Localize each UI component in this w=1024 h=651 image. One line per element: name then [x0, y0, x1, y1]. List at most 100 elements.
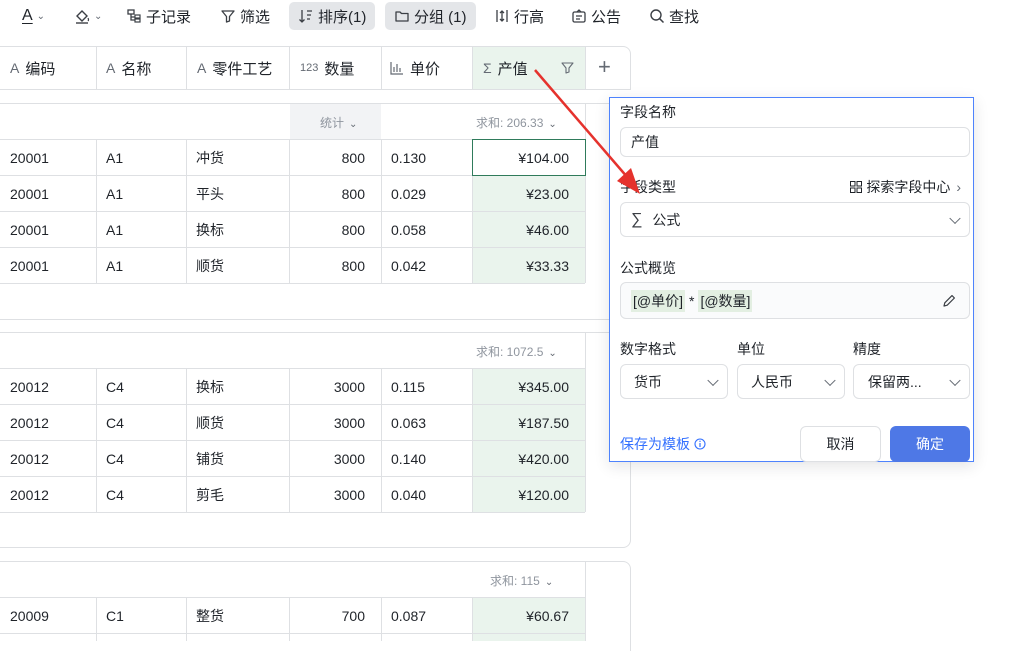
column-header-quantity[interactable]: 123 数量 — [300, 47, 354, 89]
text-type-icon: A — [106, 60, 116, 76]
number-format-select[interactable]: 货币 — [620, 364, 728, 399]
cell-quantity[interactable]: 800 — [290, 248, 381, 283]
cell-name[interactable]: C1 — [106, 598, 124, 633]
cell-output-value[interactable]: ¥187.50 — [473, 405, 585, 440]
cell-output-value[interactable]: ¥23.00 — [473, 176, 585, 211]
cell-name[interactable]: C4 — [106, 477, 124, 512]
search-button[interactable]: 查找 — [649, 2, 699, 30]
field-type-select[interactable]: ∑ 公式 — [620, 202, 970, 237]
cell-price[interactable]: 0.087 — [391, 598, 426, 633]
stats-label[interactable]: 统计 ⌄ — [320, 114, 357, 131]
column-header-label: 单价 — [410, 60, 441, 78]
formula-token-quantity: [@数量] — [698, 289, 753, 312]
cell-process[interactable]: 换标 — [196, 212, 224, 247]
precision-select[interactable]: 保留两... — [853, 364, 970, 399]
announcement-button[interactable]: 公告 — [571, 2, 621, 30]
cell-name[interactable]: A1 — [106, 176, 123, 211]
cell-name[interactable]: A1 — [106, 140, 123, 175]
cell-code[interactable]: 20009 — [10, 598, 49, 633]
column-header-name[interactable]: A 名称 — [106, 47, 151, 89]
cell-output-value[interactable]: ¥46.00 — [473, 212, 585, 247]
cell-process[interactable]: 剪毛 — [196, 477, 224, 512]
save-as-template-link[interactable]: 保存为模板 — [620, 434, 706, 454]
paint-bucket-icon — [76, 10, 90, 24]
cell-process[interactable]: 整货 — [196, 598, 224, 633]
cell-quantity[interactable]: 800 — [290, 176, 381, 211]
column-header-label: 产值 — [497, 60, 528, 78]
sort-button[interactable]: 排序(1) — [289, 2, 376, 30]
cell-quantity[interactable]: 800 — [290, 212, 381, 247]
cell-process[interactable]: 顺货 — [196, 248, 224, 283]
cell-name[interactable]: A1 — [106, 248, 123, 283]
cell-code[interactable]: 20012 — [10, 369, 49, 404]
cell-output-value[interactable]: ¥60.67 — [473, 598, 585, 633]
cell-price[interactable]: 0.115 — [391, 369, 425, 404]
cell-price[interactable]: 0.029 — [391, 176, 426, 211]
edit-pencil-icon[interactable] — [941, 293, 957, 309]
fill-color-button[interactable]: ⌄ — [74, 2, 102, 30]
filter-icon[interactable] — [561, 61, 574, 74]
group-button[interactable]: 分组 (1) — [385, 2, 476, 30]
cell-output-value[interactable]: ¥33.33 — [473, 248, 585, 283]
column-header-price[interactable]: 单价 — [390, 47, 440, 89]
cell-name[interactable]: C4 — [106, 369, 124, 404]
cell-code[interactable]: 20001 — [10, 248, 49, 283]
field-type-label: 字段类型 — [620, 179, 676, 195]
cell-process[interactable]: 平头 — [196, 176, 224, 211]
cell-code[interactable]: 20012 — [10, 477, 49, 512]
cell-code[interactable]: 20001 — [10, 140, 49, 175]
chevron-down-icon — [949, 374, 961, 386]
cell-output-value[interactable]: ¥120.00 — [473, 477, 585, 512]
subrecord-button[interactable]: 子记录 — [126, 2, 191, 30]
column-header-code[interactable]: A 编码 — [10, 47, 55, 89]
toolbar: A ⌄ ⌄ 子记录 筛选 排序(1) 分组 (1) 行高 公告 查找 — [0, 0, 1024, 34]
formula-token-price: [@单价] — [631, 289, 685, 312]
row-height-label: 行高 — [514, 8, 545, 26]
cell-price[interactable]: 0.130 — [391, 140, 426, 175]
cell-quantity[interactable]: 3000 — [290, 405, 381, 440]
cell-price[interactable]: 0.063 — [391, 405, 426, 440]
cell-output-value-selected[interactable]: ¥104.00 — [472, 139, 586, 176]
announcement-icon — [572, 9, 586, 23]
cell-price[interactable]: 0.140 — [391, 441, 426, 476]
unit-select[interactable]: 人民币 — [737, 364, 845, 399]
group-summary[interactable]: 求和: 1072.5 ⌄ — [476, 343, 557, 360]
field-name-input[interactable]: 产值 — [620, 127, 970, 157]
cell-quantity[interactable]: 3000 — [290, 477, 381, 512]
cell-quantity[interactable]: 800 — [290, 140, 381, 175]
explore-field-center-link[interactable]: 探索字段中心 › — [850, 177, 961, 197]
cell-code[interactable]: 20001 — [10, 176, 49, 211]
cell-price[interactable]: 0.042 — [391, 248, 426, 283]
chevron-down-icon — [707, 374, 719, 386]
chevron-down-icon: ⌄ — [36, 10, 46, 22]
cell-quantity[interactable]: 3000 — [290, 441, 381, 476]
cell-output-value[interactable]: ¥345.00 — [473, 369, 585, 404]
cell-price[interactable]: 0.040 — [391, 477, 426, 512]
cell-quantity[interactable]: 3000 — [290, 369, 381, 404]
cell-process[interactable]: 顺货 — [196, 405, 224, 440]
column-header-output-value[interactable]: Σ 产值 — [483, 47, 528, 89]
cell-code[interactable]: 20012 — [10, 405, 49, 440]
cell-price[interactable]: 0.058 — [391, 212, 426, 247]
group-summary[interactable]: 求和: 115 ⌄ — [490, 572, 553, 589]
row-height-button[interactable]: 行高 — [494, 2, 544, 30]
filter-button[interactable]: 筛选 — [220, 2, 270, 30]
chevron-right-icon: › — [956, 179, 961, 195]
cell-code[interactable]: 20001 — [10, 212, 49, 247]
cell-quantity[interactable]: 700 — [290, 598, 381, 633]
column-header-process[interactable]: A 零件工艺 — [197, 47, 272, 89]
cell-name[interactable]: A1 — [106, 212, 123, 247]
cell-process[interactable]: 冲货 — [196, 140, 224, 175]
cell-process[interactable]: 换标 — [196, 369, 224, 404]
formula-editor[interactable]: [@单价] * [@数量] — [620, 282, 970, 319]
confirm-button[interactable]: 确定 — [890, 426, 970, 462]
text-color-button[interactable]: A ⌄ — [22, 2, 45, 30]
add-column-icon[interactable]: + — [598, 55, 611, 79]
cell-name[interactable]: C4 — [106, 441, 124, 476]
group-summary[interactable]: 求和: 206.33 ⌄ — [476, 114, 557, 131]
cell-name[interactable]: C4 — [106, 405, 124, 440]
cell-process[interactable]: 铺货 — [196, 441, 224, 476]
cell-code[interactable]: 20012 — [10, 441, 49, 476]
cancel-button[interactable]: 取消 — [800, 426, 881, 462]
cell-output-value[interactable]: ¥420.00 — [473, 441, 585, 476]
